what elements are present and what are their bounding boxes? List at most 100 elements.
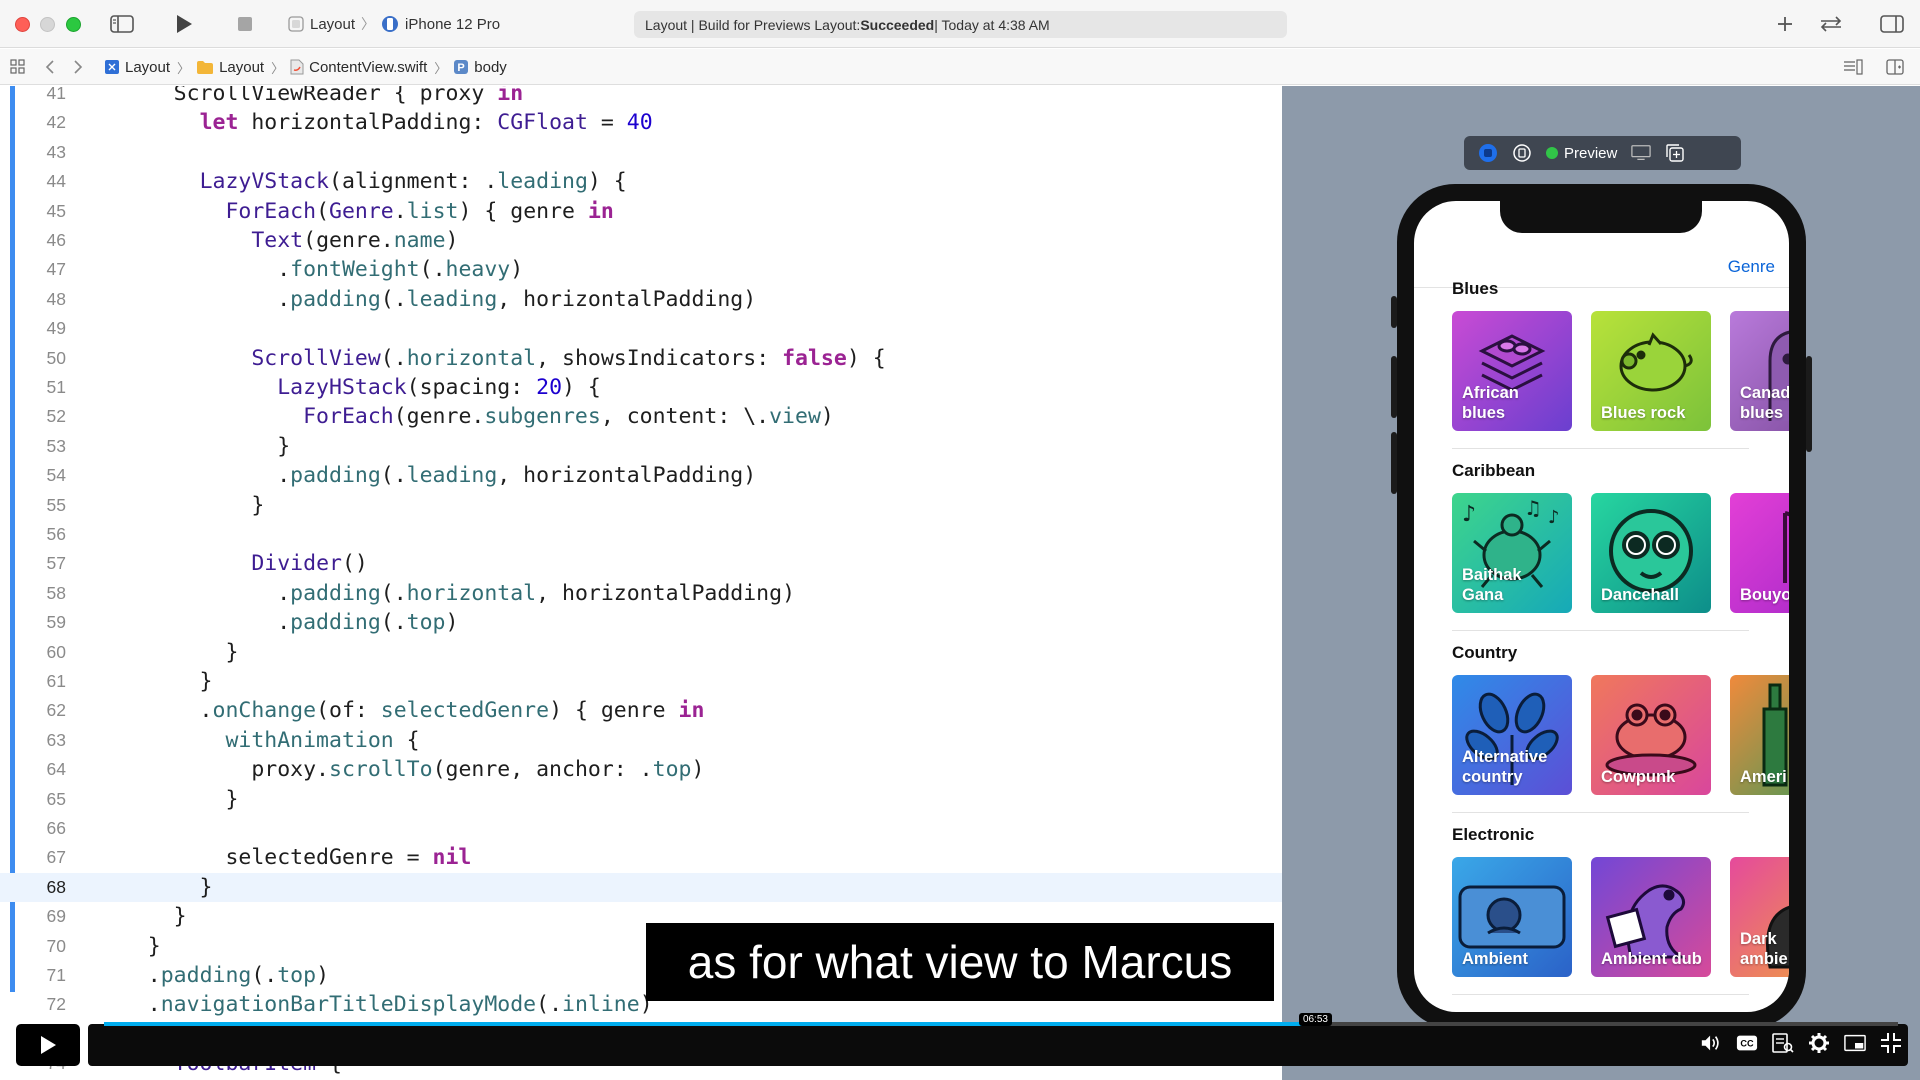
video-play-button[interactable] (16, 1024, 80, 1066)
code-line[interactable]: 62 .onChange(of: selectedGenre) { genre … (0, 696, 1282, 725)
code-line[interactable]: 48 .padding(.leading, horizontalPadding) (0, 285, 1282, 314)
run-button[interactable] (172, 12, 196, 36)
subgenre-tile[interactable]: African blues (1452, 311, 1572, 431)
subgenre-tile[interactable]: Bouyo (1730, 493, 1789, 613)
video-subtitle: as for what view to Marcus (646, 923, 1274, 1001)
duplicate-preview-button[interactable] (1665, 143, 1685, 163)
add-editor-button[interactable] (1884, 55, 1906, 79)
code-review-button[interactable] (1816, 12, 1846, 36)
breadcrumb-file[interactable]: ContentView.swift 〉 (290, 58, 447, 77)
line-code: let horizontalPadding: CGFloat = 40 (96, 108, 653, 137)
code-line[interactable]: 63 withAnimation { (0, 726, 1282, 755)
line-code: withAnimation { (96, 726, 419, 755)
settings-button[interactable] (1808, 1032, 1830, 1054)
code-line[interactable]: 56 (0, 520, 1282, 549)
forward-button[interactable] (70, 55, 86, 79)
subgenre-tile[interactable]: Blues rock (1591, 311, 1711, 431)
line-code: .onChange(of: selectedGenre) { genre in (96, 696, 705, 725)
breadcrumb-file-label: ContentView.swift (309, 58, 428, 76)
inspector-toggle-button[interactable] (1878, 12, 1906, 36)
selectable-mode-button[interactable] (1512, 143, 1532, 163)
code-line[interactable]: 55 } (0, 491, 1282, 520)
phone-screen[interactable]: Genre Blues African blues Blues rock Canad … (1414, 201, 1789, 1012)
code-line[interactable]: 50 ScrollView(.horizontal, showsIndicato… (0, 344, 1282, 373)
code-line[interactable]: 66 (0, 814, 1282, 843)
subgenre-tile[interactable]: Canad blues (1730, 311, 1789, 431)
close-window-button[interactable] (15, 17, 30, 32)
code-line[interactable]: 49 (0, 314, 1282, 343)
selectable-icon (1513, 144, 1531, 162)
preview-status[interactable]: Preview (1546, 145, 1617, 162)
volume-button[interactable] (1700, 1032, 1722, 1054)
code-line[interactable]: 65 } (0, 785, 1282, 814)
editor-options-button[interactable] (1842, 55, 1864, 79)
code-token: . (96, 463, 291, 489)
subgenre-tile[interactable]: Dark ambie (1730, 857, 1789, 977)
code-token: . (96, 580, 291, 606)
line-code: } (96, 432, 290, 461)
subgenre-tile[interactable]: Ambient (1452, 857, 1572, 977)
code-token: ) (510, 257, 524, 283)
zoom-window-button[interactable] (66, 17, 81, 32)
picture-in-picture-button[interactable] (1844, 1032, 1866, 1054)
back-button[interactable] (42, 55, 58, 79)
code-line[interactable]: 54 .padding(.leading, horizontalPadding) (0, 461, 1282, 490)
code-token: , horizontalPadding) (536, 580, 796, 606)
genre-nav-button[interactable]: Genre (1728, 257, 1775, 277)
code-line[interactable]: 58 .padding(.horizontal, horizontalPaddi… (0, 579, 1282, 608)
code-line[interactable]: 57 Divider() (0, 549, 1282, 578)
code-token: (. (380, 286, 407, 312)
code-line[interactable]: 47 .fontWeight(.heavy) (0, 255, 1282, 284)
code-line[interactable]: 41 ScrollViewReader { proxy in (0, 86, 1282, 108)
status-prefix: Layout | Build for Previews Layout: (645, 16, 861, 33)
svg-text:P: P (458, 62, 465, 74)
stop-button[interactable] (234, 12, 256, 36)
code-token: } (96, 492, 265, 518)
subgenre-tile[interactable]: Ameri (1730, 675, 1789, 795)
code-line[interactable]: 64 proxy.scrollTo(genre, anchor: .top) (0, 755, 1282, 784)
breadcrumb-folder[interactable]: Layout 〉 (196, 58, 284, 77)
code-line[interactable]: 44 LazyVStack(alignment: .leading) { (0, 167, 1282, 196)
code-token: let (199, 110, 239, 136)
add-library-button[interactable] (1774, 12, 1796, 36)
breadcrumb-symbol[interactable]: P body (453, 59, 507, 76)
code-line[interactable]: 46 Text(genre.name) (0, 226, 1282, 255)
breadcrumb-project[interactable]: Layout 〉 (104, 58, 190, 77)
device-settings-button[interactable] (1631, 143, 1652, 163)
minimize-window-button[interactable] (40, 17, 55, 32)
subgenre-tile[interactable]: ♪ ♫ ♪ Baithak Gana (1452, 493, 1572, 613)
live-preview-button[interactable] (1478, 143, 1498, 163)
code-line[interactable]: 42 let horizontalPadding: CGFloat = 40 (0, 108, 1282, 137)
code-line[interactable]: 60 } (0, 638, 1282, 667)
code-line[interactable]: 59 .padding(.top) (0, 608, 1282, 637)
line-number: 72 (46, 994, 66, 1015)
line-code: LazyHStack(spacing: 20) { (96, 373, 601, 402)
subgenre-tile[interactable]: Cowpunk (1591, 675, 1711, 795)
code-line[interactable]: 53 } (0, 432, 1282, 461)
scheme-selector[interactable]: Layout 〉 iPhone 12 Pro (288, 12, 500, 36)
code-line[interactable]: 68 } (0, 872, 1282, 903)
code-line[interactable]: 51 LazyHStack(spacing: 20) { (0, 373, 1282, 402)
code-line[interactable]: 45 ForEach(Genre.list) { genre in (0, 197, 1282, 226)
code-token: } (96, 669, 213, 694)
subgenre-tile[interactable]: Alternative country (1452, 675, 1572, 795)
captions-button[interactable]: CC (1736, 1032, 1758, 1054)
player-control-bar (88, 1024, 1908, 1066)
scheme-label: Layout (310, 15, 356, 33)
code-line[interactable]: 43 (0, 138, 1282, 167)
subgenre-tile[interactable]: Dancehall (1591, 493, 1711, 613)
code-line[interactable]: 67 selectedGenre = nil (0, 843, 1282, 872)
video-progress-track[interactable] (104, 1022, 1898, 1026)
code-token: ScrollView (251, 345, 381, 371)
fullscreen-button[interactable] (1880, 1032, 1902, 1054)
subgenre-tile[interactable]: Ambient dub (1591, 857, 1711, 977)
code-line[interactable]: 52 ForEach(genre.subgenres, content: \.v… (0, 402, 1282, 431)
related-items-button[interactable] (8, 55, 28, 79)
transcript-button[interactable] (1772, 1032, 1794, 1054)
code-line[interactable]: 61 } (0, 667, 1282, 696)
navigator-toggle-button[interactable] (108, 12, 136, 36)
